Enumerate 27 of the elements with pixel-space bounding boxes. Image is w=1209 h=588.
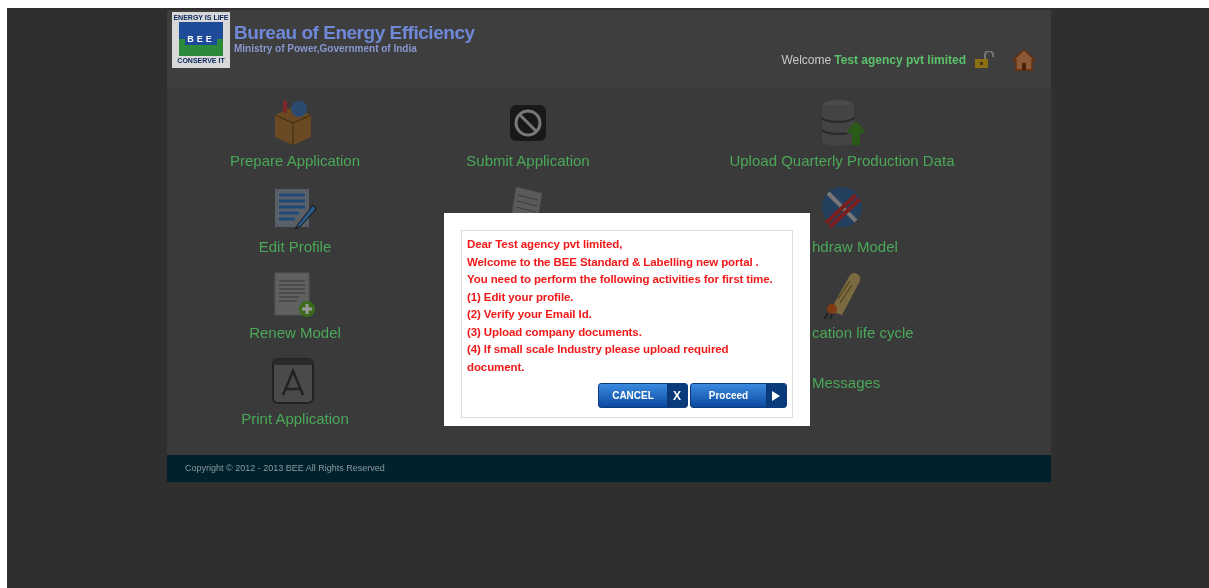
message-text: (2) Verify your Email Id. [467,307,593,322]
home-icon[interactable] [1012,49,1036,71]
proceed-button[interactable]: Proceed [690,383,787,408]
copyright-text: Copyright © 2012 - 2013 BEE All Rights Reserved [185,461,385,475]
menu-link[interactable]: Messages [812,373,881,393]
menu-link[interactable]: Prepare Application [229,151,361,171]
menu-link[interactable]: Upload Quarterly Production Data [729,151,955,171]
message-text: (1) Edit your profile. [467,289,575,305]
menu-link[interactable]: hdraw Model [812,237,898,257]
menu-link[interactable]: Print Application [241,409,349,429]
site-title: Bureau of Energy Efficiency [234,23,475,43]
menu-link[interactable]: Renew Model [249,323,341,343]
logo-text: BEE [185,33,217,45]
padlock-icon[interactable] [974,51,994,69]
message-text: Welcome to the BEE Standard & Labelling new portal . [467,254,760,270]
user-name: Test agency pvt limited [834,52,966,69]
message-text: You need to perform the following activities for first time. [467,272,774,287]
message-text: (3) Upload company documents. [467,324,643,340]
play-arrow-icon [771,389,781,402]
welcome-label: Welcome [781,52,832,69]
message-text: Dear Test agency pvt limited, [467,237,624,252]
message-text: (4) If small scale Industry please upload required document. [467,342,730,375]
cancel-button[interactable]: CANCEL X [598,383,688,408]
site-subtitle: Ministry of Power,Government of India [234,43,417,54]
menu-link[interactable]: cation life cycle [812,323,914,343]
menu-link[interactable]: Edit Profile [258,237,332,257]
menu-link[interactable]: Submit Application [466,151,590,171]
